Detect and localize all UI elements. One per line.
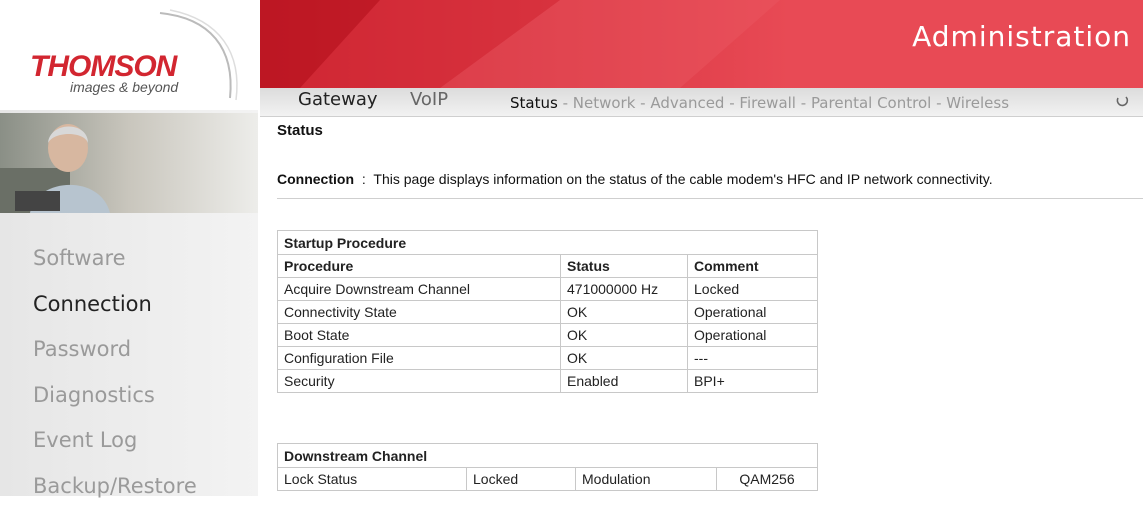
table-cell: Acquire Downstream Channel [278, 278, 561, 301]
table-cell: Locked [688, 278, 818, 301]
refresh-icon[interactable] [1115, 93, 1129, 107]
table-cell: QAM256 [717, 468, 818, 491]
sidebar-item-software[interactable]: Software [33, 240, 197, 286]
table-cell: OK [561, 347, 688, 370]
logo-area: THOMSON images & beyond [0, 0, 258, 110]
subnav-advanced[interactable]: Advanced [650, 94, 724, 112]
description-text: This page displays information on the st… [373, 171, 992, 187]
sidebar-item-event-log[interactable]: Event Log [33, 422, 197, 468]
table-caption: Downstream Channel [278, 444, 818, 468]
table-row: Configuration File OK --- [278, 347, 818, 370]
brand-tagline: images & beyond [70, 79, 178, 95]
sidebar-item-diagnostics[interactable]: Diagnostics [33, 377, 197, 423]
subnav-wireless[interactable]: Wireless [946, 94, 1009, 112]
table-row: Acquire Downstream Channel 471000000 Hz … [278, 278, 818, 301]
downstream-channel-table: Downstream Channel Lock Status Locked Mo… [277, 443, 818, 491]
table-cell: --- [688, 347, 818, 370]
subnav-separator: - [931, 94, 946, 112]
table-cell: 471000000 Hz [561, 278, 688, 301]
tab-voip[interactable]: VoIP [410, 88, 448, 112]
divider [277, 198, 1143, 199]
header-banner: Administration [260, 0, 1143, 88]
startup-procedure-table: Startup Procedure Procedure Status Comme… [277, 230, 818, 393]
table-caption: Startup Procedure [278, 231, 818, 255]
table-cell: Modulation [576, 468, 717, 491]
table-cell: BPI+ [688, 370, 818, 393]
table-row: Security Enabled BPI+ [278, 370, 818, 393]
user-photo [0, 113, 258, 213]
table-row: Connectivity State OK Operational [278, 301, 818, 324]
description-separator: : [362, 171, 366, 187]
table-cell: Operational [688, 324, 818, 347]
page-description: Connection : This page displays informat… [277, 171, 993, 187]
subnav-parental-control[interactable]: Parental Control [811, 94, 931, 112]
table-cell: Boot State [278, 324, 561, 347]
menu-bar: Gateway VoIP Status - Network - Advanced… [260, 88, 1143, 117]
sidebar-item-password[interactable]: Password [33, 331, 197, 377]
subnav-network[interactable]: Network [573, 94, 636, 112]
table-cell: Locked [467, 468, 576, 491]
table-cell: OK [561, 324, 688, 347]
sidebar-item-backup-restore[interactable]: Backup/Restore [33, 468, 197, 513]
table-cell: Configuration File [278, 347, 561, 370]
sidebar-nav: Software Connection Password Diagnostics… [33, 240, 197, 513]
column-header-comment: Comment [688, 255, 818, 278]
column-header-status: Status [561, 255, 688, 278]
header-title: Administration [912, 20, 1131, 53]
subnav-firewall[interactable]: Firewall [739, 94, 796, 112]
photo-image [0, 113, 258, 213]
table-cell: Operational [688, 301, 818, 324]
table-cell: Security [278, 370, 561, 393]
subnav-separator: - [558, 94, 573, 112]
table-row: Lock Status Locked Modulation QAM256 [278, 468, 818, 491]
subnav-status[interactable]: Status [510, 94, 558, 112]
subnav-separator: - [724, 94, 739, 112]
page-title: Status [277, 122, 323, 139]
tab-gateway[interactable]: Gateway [298, 88, 378, 112]
table-cell: Lock Status [278, 468, 467, 491]
table-row: Boot State OK Operational [278, 324, 818, 347]
left-column: THOMSON images & beyond Software Connect… [0, 0, 258, 496]
subnav-separator: - [635, 94, 650, 112]
sub-navigation: Status - Network - Advanced - Firewall -… [510, 91, 1009, 115]
column-header-procedure: Procedure [278, 255, 561, 278]
subnav-separator: - [796, 94, 811, 112]
sidebar-item-connection[interactable]: Connection [33, 286, 197, 332]
table-cell: OK [561, 301, 688, 324]
table-cell: Enabled [561, 370, 688, 393]
table-cell: Connectivity State [278, 301, 561, 324]
description-label: Connection [277, 171, 354, 187]
